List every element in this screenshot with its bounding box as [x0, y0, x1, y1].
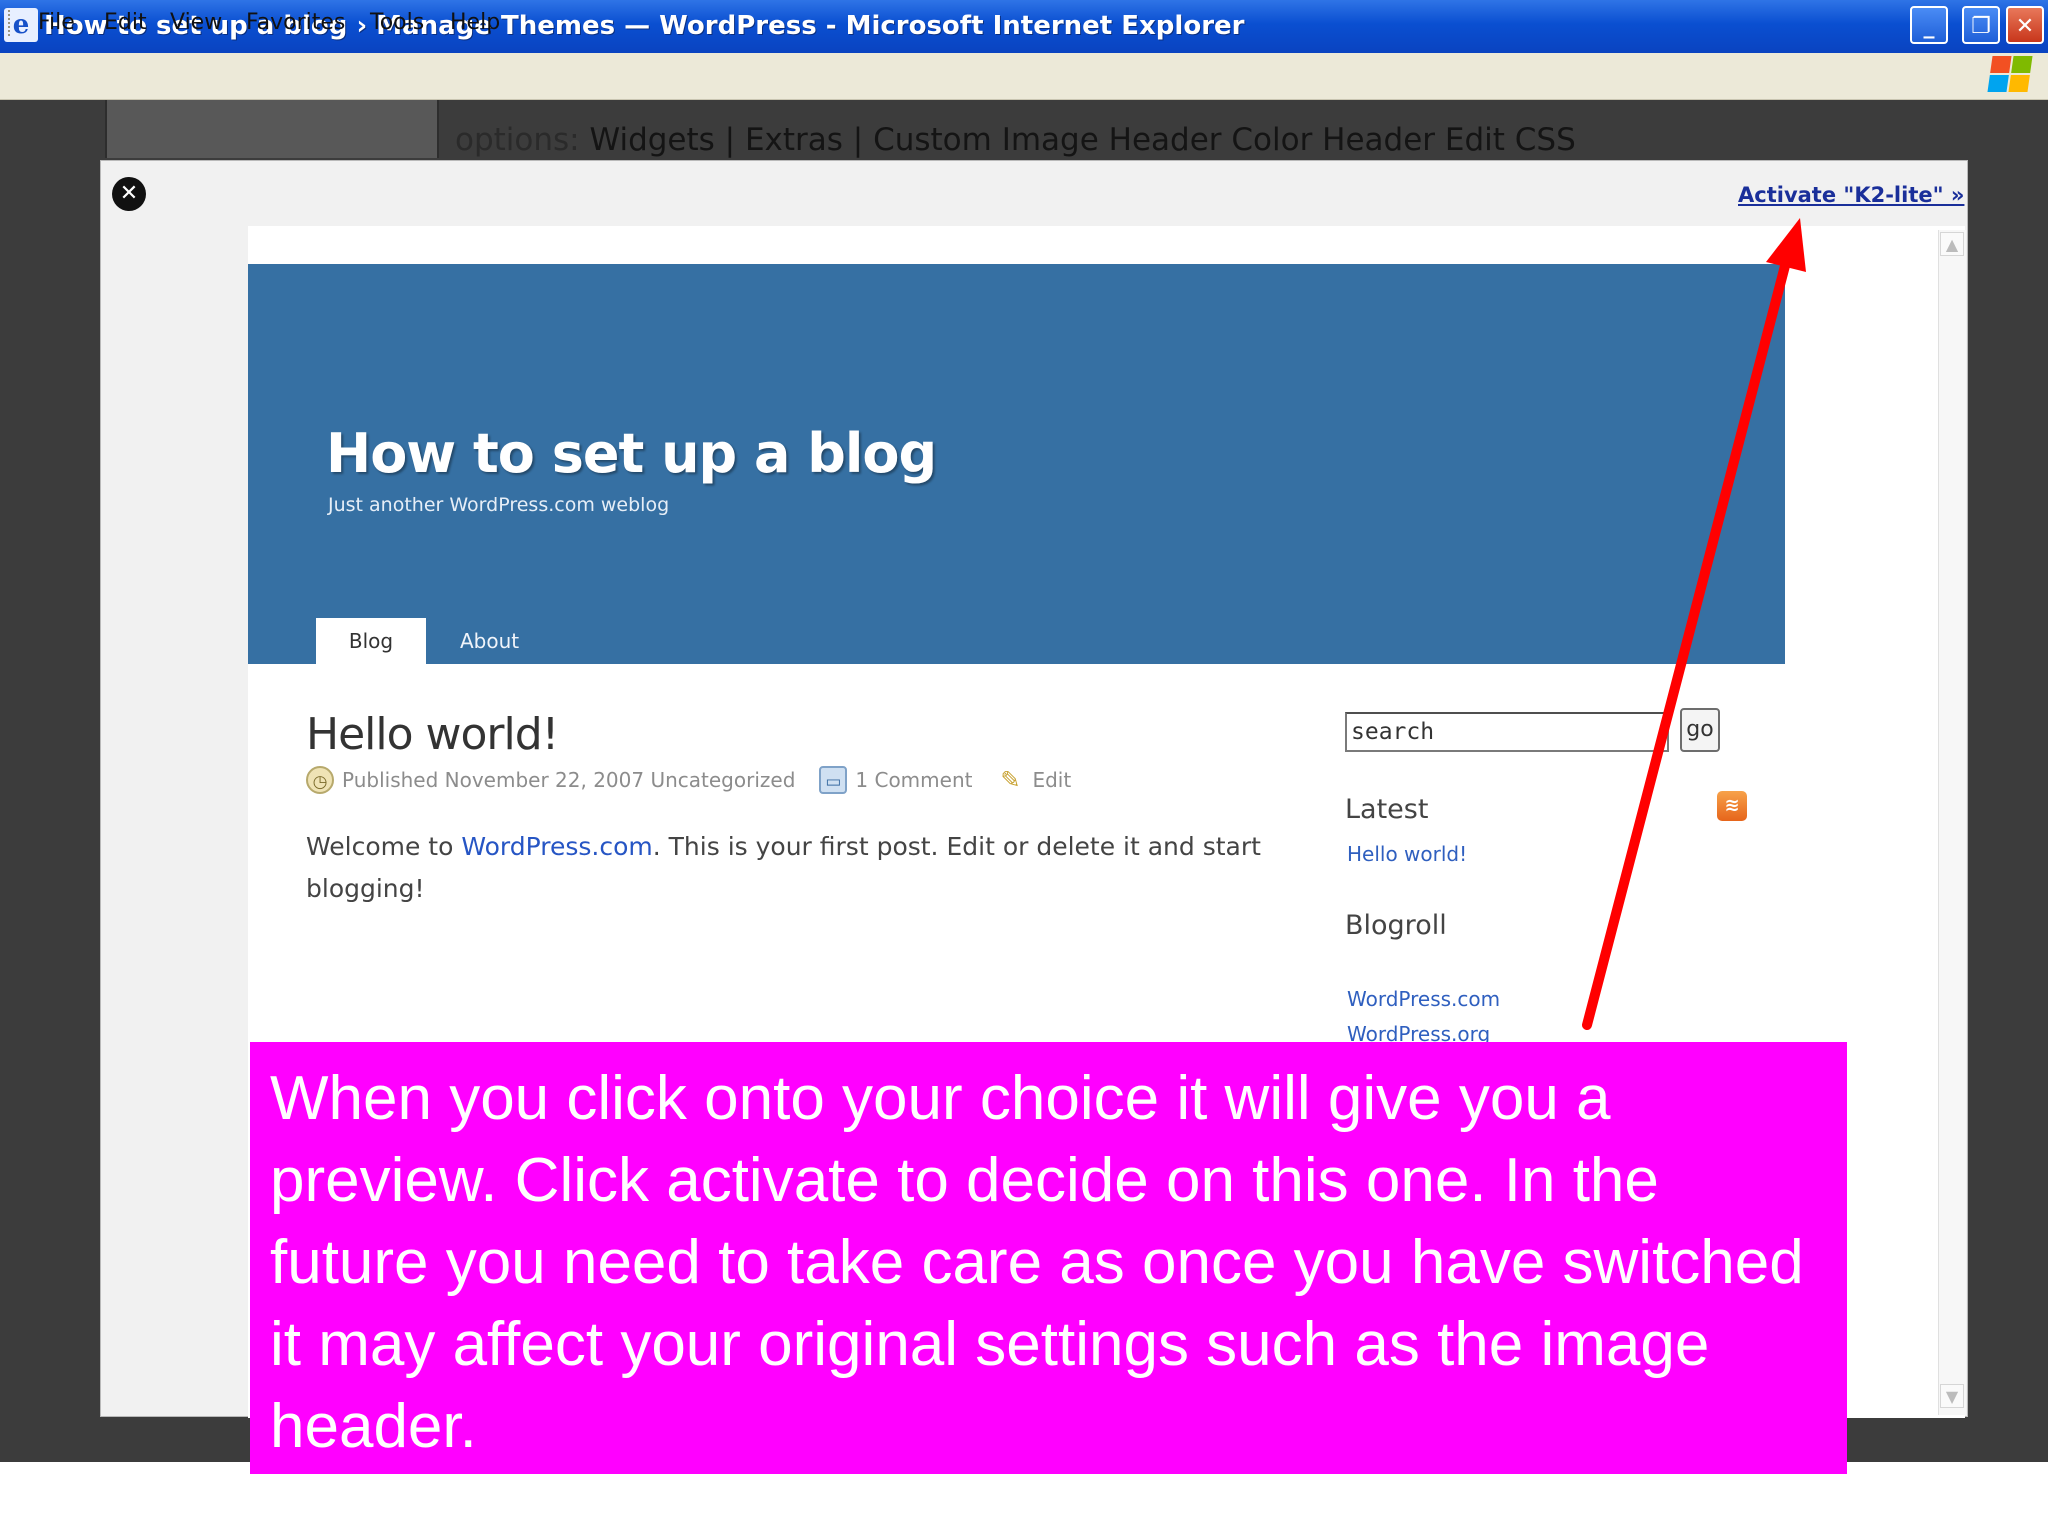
preview-scrollbar[interactable] [1938, 230, 1966, 1415]
scroll-down-icon[interactable]: ▼ [1940, 1384, 1964, 1408]
pencil-icon: ✎ [1000, 766, 1021, 794]
wordpress-link[interactable]: WordPress.com [461, 832, 652, 861]
post-body: Welcome to WordPress.com. This is your f… [306, 826, 1316, 910]
toolbar-grip[interactable] [8, 10, 14, 36]
menu-view[interactable]: View [170, 8, 222, 38]
close-window-button[interactable]: ✕ [2006, 6, 2044, 44]
options-label: options: [455, 122, 580, 158]
comment-icon: ▭ [819, 766, 848, 794]
annotation-text: When you click onto your choice it will … [270, 1064, 1804, 1461]
post-title[interactable]: Hello world! [306, 707, 559, 763]
search-input[interactable]: search [1345, 712, 1669, 752]
post-comments-link[interactable]: 1 Comment [855, 765, 972, 795]
post-published: Published November 22, 2007 Uncategorize… [342, 768, 796, 792]
options-links[interactable]: Widgets | Extras | Custom Image Header C… [589, 122, 1575, 158]
theme-thumbnail[interactable] [105, 100, 439, 158]
menu-help[interactable]: Help [450, 8, 500, 38]
blogroll-heading: Blogroll [1345, 910, 1447, 941]
search-go-button[interactable]: go [1680, 708, 1720, 752]
maximize-button[interactable]: ❐ [1962, 6, 2000, 44]
windows-logo-icon [1987, 56, 2033, 92]
latest-heading: Latest [1345, 794, 1429, 825]
post-body-intro: Welcome to [306, 832, 462, 861]
blog-title[interactable]: How to set up a blog [326, 419, 937, 489]
annotation-callout: When you click onto your choice it will … [250, 1042, 1847, 1474]
menu-tools[interactable]: Tools [370, 8, 424, 38]
tab-blog[interactable]: Blog [316, 618, 426, 664]
menu-file[interactable]: File [38, 8, 75, 38]
minimize-button[interactable]: _ [1910, 6, 1948, 44]
latest-link[interactable]: Hello world! [1347, 840, 1467, 868]
theme-options-bar: options: Widgets | Extras | Custom Image… [455, 120, 1576, 160]
scroll-up-icon[interactable]: ▲ [1940, 232, 1964, 256]
activate-theme-link[interactable]: Activate "K2-lite" » [1738, 181, 1964, 209]
post-meta: ◷ Published November 22, 2007 Uncategori… [306, 765, 1071, 795]
window-title: How to set up a blog › Manage Themes — W… [44, 11, 1245, 41]
post-edit-link[interactable]: Edit [1032, 765, 1071, 795]
tab-about[interactable]: About [460, 618, 519, 664]
menu-edit[interactable]: Edit [104, 8, 147, 38]
blogroll-link-wordpress-com[interactable]: WordPress.com [1347, 985, 1500, 1013]
rss-icon[interactable]: ≋ [1717, 791, 1747, 821]
menu-bar [0, 53, 2048, 100]
menu-favorites[interactable]: Favorites [246, 8, 345, 38]
blog-description: Just another WordPress.com weblog [328, 494, 670, 516]
clock-icon: ◷ [306, 766, 334, 794]
close-preview-icon[interactable]: ✕ [112, 177, 146, 211]
